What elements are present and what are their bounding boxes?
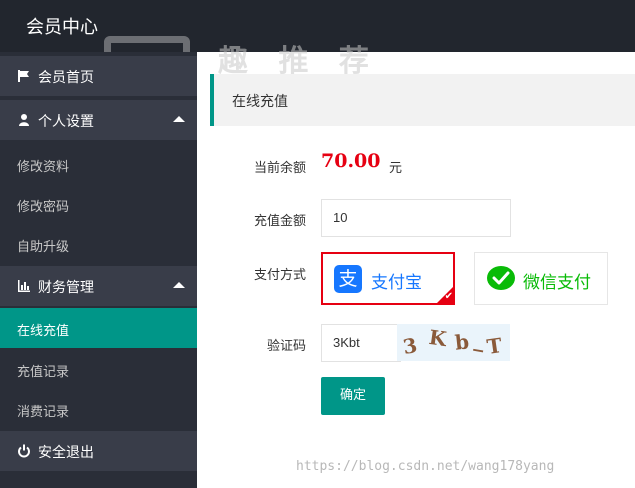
captcha-char: K <box>427 324 448 352</box>
sidebar-item-upgrade[interactable]: 自助升级 <box>0 224 197 264</box>
sidebar-group-personal[interactable]: 个人设置 <box>0 100 197 140</box>
sidebar-item-recharge-records[interactable]: 充值记录 <box>0 349 197 389</box>
sidebar-item-logout[interactable]: 安全退出 <box>0 431 197 471</box>
captcha-char: _ <box>472 327 488 353</box>
wechat-pay-label: 微信支付 <box>523 273 591 293</box>
sidebar-item-spending-records[interactable]: 消费记录 <box>0 389 197 429</box>
wechat-logo-icon <box>487 266 515 290</box>
submit-button[interactable]: 确定 <box>321 377 385 415</box>
sidebar-item-change-password[interactable]: 修改密码 <box>0 184 197 224</box>
payment-method-label: 支付方式 <box>253 268 306 283</box>
sidebar-item-label: 消费记录 <box>17 405 70 420</box>
captcha-char: b <box>453 329 471 355</box>
sidebar-item-edit-profile[interactable]: 修改资料 <box>0 144 197 184</box>
bar-chart-icon <box>18 280 30 292</box>
balance-value: 70.00 <box>321 150 381 172</box>
footer-watermark: https://blog.csdn.net/wang178yang <box>296 459 555 474</box>
sidebar-item-online-recharge[interactable]: 在线充值 <box>0 308 197 348</box>
captcha-char: 3 <box>401 332 419 360</box>
balance-unit: 元 <box>389 161 403 176</box>
sidebar-item-label: 充值记录 <box>17 365 70 380</box>
app-title: 会员中心 <box>26 17 98 38</box>
captcha-char: T <box>485 333 504 359</box>
panel-header: 在线充值 <box>210 74 635 126</box>
alipay-label: 支付宝 <box>371 273 422 293</box>
amount-input[interactable]: 10 <box>321 199 511 237</box>
balance-label: 当前余额 <box>253 161 306 176</box>
captcha-label: 验证码 <box>266 339 306 354</box>
sidebar-group-label: 个人设置 <box>38 114 94 130</box>
sidebar-item-label: 修改资料 <box>17 160 70 175</box>
sidebar-item-label: 修改密码 <box>17 200 70 215</box>
chevron-up-icon <box>173 116 185 122</box>
sidebar-item-label: 在线充值 <box>17 324 70 339</box>
chevron-up-icon <box>173 282 185 288</box>
sidebar-group-finance[interactable]: 财务管理 <box>0 266 197 306</box>
sidebar: 会员首页 个人设置 修改资料 修改密码 自助升级 财务管理 在线充值 充值记录 <box>0 52 197 488</box>
alipay-logo-icon: 支 <box>334 265 362 293</box>
wechat-pay-option[interactable]: 微信支付 <box>474 252 608 305</box>
user-icon <box>19 114 29 126</box>
panel-title: 在线充值 <box>232 94 288 110</box>
sidebar-item-label: 自助升级 <box>17 240 70 255</box>
sidebar-group-label: 财务管理 <box>38 280 94 296</box>
sidebar-item-label: 安全退出 <box>38 445 94 461</box>
sidebar-item-home[interactable]: 会员首页 <box>0 56 197 96</box>
check-icon: ✔ <box>444 291 453 302</box>
captcha-input[interactable]: 3Kbt <box>321 324 401 362</box>
alipay-option[interactable]: 支 支付宝 ✔ <box>321 252 455 305</box>
flag-icon <box>18 70 29 82</box>
amount-label: 充值金额 <box>253 214 306 229</box>
captcha-image[interactable]: 3 K b _ T <box>397 324 510 361</box>
sidebar-item-label: 会员首页 <box>38 70 94 86</box>
power-icon <box>18 444 30 458</box>
